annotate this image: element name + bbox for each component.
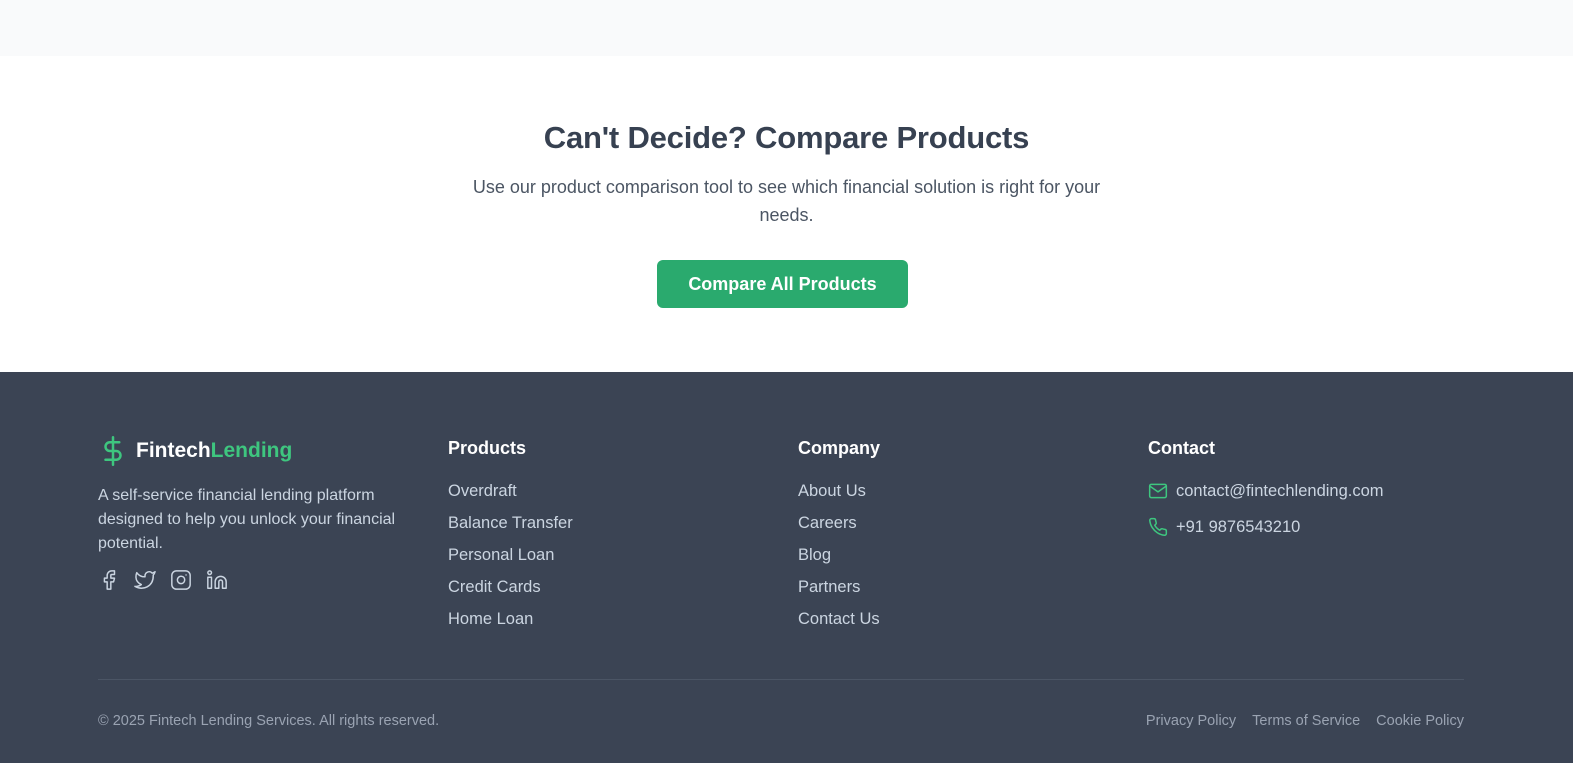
contact-heading: Contact [1148, 438, 1215, 458]
footer-link-about-us[interactable]: About Us [798, 482, 880, 514]
footer-link-contact-us[interactable]: Contact Us [798, 610, 880, 642]
copyright-text: © 2025 Fintech Lending Services. All rig… [98, 713, 440, 729]
footer-logo[interactable]: FintechLending [98, 434, 292, 468]
contact-phone-row[interactable]: +91 9876543210 [1148, 517, 1300, 537]
dollar-icon [98, 434, 128, 468]
footer-link-credit-cards[interactable]: Credit Cards [448, 578, 573, 610]
footer-link-blog[interactable]: Blog [798, 546, 880, 578]
footer-link-home-loan[interactable]: Home Loan [448, 610, 573, 642]
contact-phone[interactable]: +91 9876543210 [1176, 518, 1300, 537]
social-links [98, 569, 228, 591]
brand-name-part2: Lending [210, 439, 293, 462]
top-band [0, 0, 1573, 56]
compare-title: Can't Decide? Compare Products [543, 120, 1030, 155]
cookie-policy-link[interactable]: Cookie Policy [1376, 713, 1464, 729]
compare-all-products-button[interactable]: Compare All Products [657, 260, 908, 308]
footer-link-balance-transfer[interactable]: Balance Transfer [448, 514, 573, 546]
twitter-icon[interactable] [134, 569, 156, 591]
footer: FintechLending A self-service financial … [0, 372, 1573, 763]
footer-link-careers[interactable]: Careers [798, 514, 880, 546]
terms-of-service-link[interactable]: Terms of Service [1252, 713, 1360, 729]
linkedin-icon[interactable] [206, 569, 228, 591]
products-links: Overdraft Balance Transfer Personal Loan… [448, 482, 573, 642]
products-heading: Products [448, 438, 527, 458]
footer-link-personal-loan[interactable]: Personal Loan [448, 546, 573, 578]
footer-link-overdraft[interactable]: Overdraft [448, 482, 573, 514]
company-links: About Us Careers Blog Partners Contact U… [798, 482, 880, 642]
brand-name: FintechLending [136, 439, 292, 463]
footer-link-partners[interactable]: Partners [798, 578, 880, 610]
facebook-icon[interactable] [98, 569, 120, 591]
mail-icon [1148, 481, 1168, 501]
contact-email[interactable]: contact@fintechlending.com [1176, 482, 1384, 501]
legal-links: Privacy Policy Terms of Service Cookie P… [1146, 713, 1464, 729]
company-heading: Company [798, 438, 881, 458]
footer-divider [98, 679, 1464, 680]
instagram-icon[interactable] [170, 569, 192, 591]
phone-icon [1148, 517, 1168, 537]
privacy-policy-link[interactable]: Privacy Policy [1146, 713, 1236, 729]
compare-section: Can't Decide? Compare Products Use our p… [0, 56, 1573, 372]
contact-email-row[interactable]: contact@fintechlending.com [1148, 481, 1384, 501]
footer-about-text: A self-service financial lending platfor… [98, 487, 396, 552]
compare-subtitle: Use our product comparison tool to see w… [472, 177, 1101, 225]
brand-name-part1: Fintech [136, 439, 211, 462]
